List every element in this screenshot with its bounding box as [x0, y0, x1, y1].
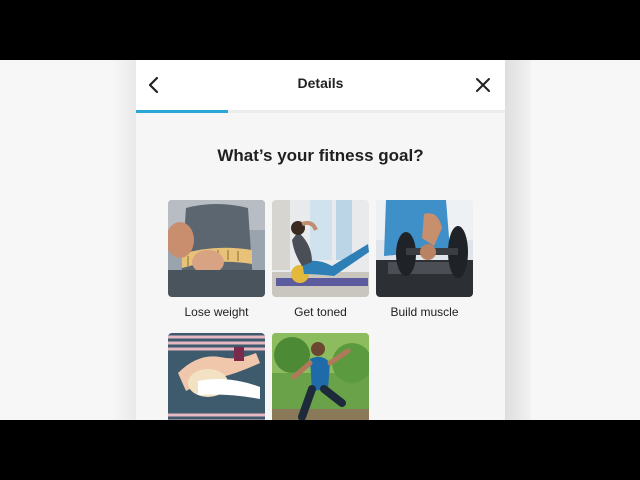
- goal-label: Lose weight: [184, 305, 249, 319]
- stretching-image: [168, 333, 265, 420]
- goal-card-outdoor-run[interactable]: [272, 333, 369, 420]
- letterbox-top: [0, 0, 640, 60]
- outdoor-run-image: [272, 333, 369, 420]
- progress-bar: [136, 110, 505, 113]
- get-toned-image: [272, 200, 369, 297]
- header: Details: [136, 60, 505, 110]
- build-muscle-image: [376, 200, 473, 297]
- app-viewport: Details What’s your fitness goal? Lose w…: [0, 60, 640, 420]
- panel-shadow-left: [112, 60, 136, 420]
- lose-weight-image: [168, 200, 265, 297]
- close-button[interactable]: [468, 70, 498, 100]
- question-heading: What’s your fitness goal?: [217, 146, 424, 165]
- progress-fill: [136, 110, 229, 113]
- details-sheet: Details What’s your fitness goal? Lose w…: [136, 60, 505, 420]
- goal-card-stretch[interactable]: [168, 333, 265, 420]
- goal-label: Get toned: [294, 305, 347, 319]
- goal-label: Build muscle: [390, 305, 459, 319]
- panel-shadow-right: [505, 60, 531, 420]
- goal-card-get-toned[interactable]: Get toned: [272, 200, 369, 319]
- goal-card-build-muscle[interactable]: Build muscle: [376, 200, 473, 319]
- goal-card-lose-weight[interactable]: Lose weight: [168, 200, 265, 319]
- close-icon: [476, 78, 490, 92]
- letterbox-bottom: [0, 420, 640, 480]
- page-title: Details: [297, 75, 344, 91]
